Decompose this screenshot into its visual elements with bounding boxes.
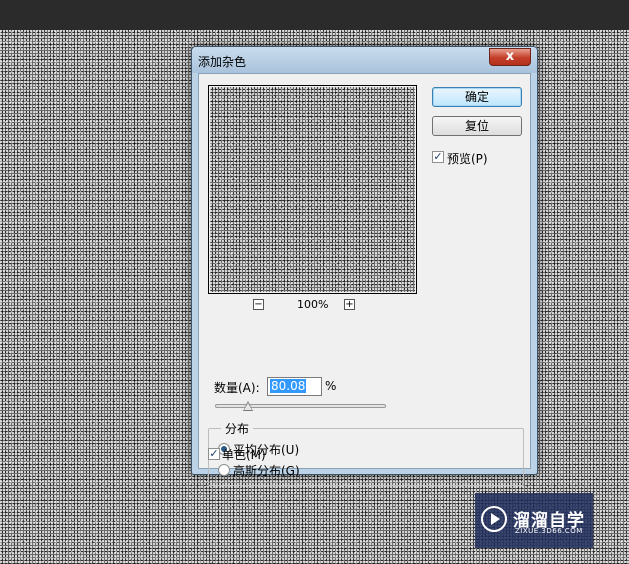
add-noise-dialog: 添加杂色 x − 100% + 确定 复位 ✓ 预览(P) 数量(A): 80.… (191, 46, 538, 486)
watermark-logo: 溜溜自学 ZIXUE.3D66.COM (475, 493, 593, 548)
radio-gaussian-label: 高斯分布(G) (233, 464, 300, 478)
dialog-client-area: − 100% + 确定 复位 ✓ 预览(P) 数量(A): 80.08 % 分布… (198, 73, 531, 486)
zoom-level: 100% (297, 298, 329, 311)
dialog-titlebar[interactable]: 添加杂色 x (192, 47, 537, 73)
radio-gaussian[interactable] (218, 464, 230, 476)
close-button[interactable]: x (489, 48, 531, 66)
distribution-title: 分布 (221, 420, 254, 437)
ok-button[interactable]: 确定 (432, 87, 522, 107)
amount-value: 80.08 (270, 379, 307, 393)
play-icon (481, 506, 507, 532)
reset-button[interactable]: 复位 (432, 116, 522, 136)
zoom-out-button[interactable]: − (253, 299, 264, 310)
amount-slider-track[interactable] (215, 404, 386, 408)
amount-slider-thumb[interactable] (243, 401, 253, 411)
preview-checkbox[interactable]: ✓ (432, 151, 444, 163)
preview-window[interactable] (208, 85, 417, 294)
close-icon: x (505, 49, 515, 64)
amount-label: 数量(A): (214, 381, 260, 395)
preview-checkbox-label: 预览(P) (447, 152, 488, 166)
plus-icon: + (345, 299, 354, 310)
preview-noise-image (210, 87, 415, 292)
amount-input[interactable]: 80.08 (267, 377, 322, 396)
minus-icon: − (254, 299, 263, 310)
amount-unit: % (325, 379, 337, 393)
monochrome-checkbox[interactable]: ✓ (208, 448, 220, 460)
monochrome-checkbox-label: 单色(M) (222, 448, 266, 462)
watermark-sub-text: ZIXUE.3D66.COM (515, 527, 583, 535)
app-top-bar (0, 0, 629, 30)
zoom-in-button[interactable]: + (344, 299, 355, 310)
dialog-title: 添加杂色 (198, 55, 247, 69)
